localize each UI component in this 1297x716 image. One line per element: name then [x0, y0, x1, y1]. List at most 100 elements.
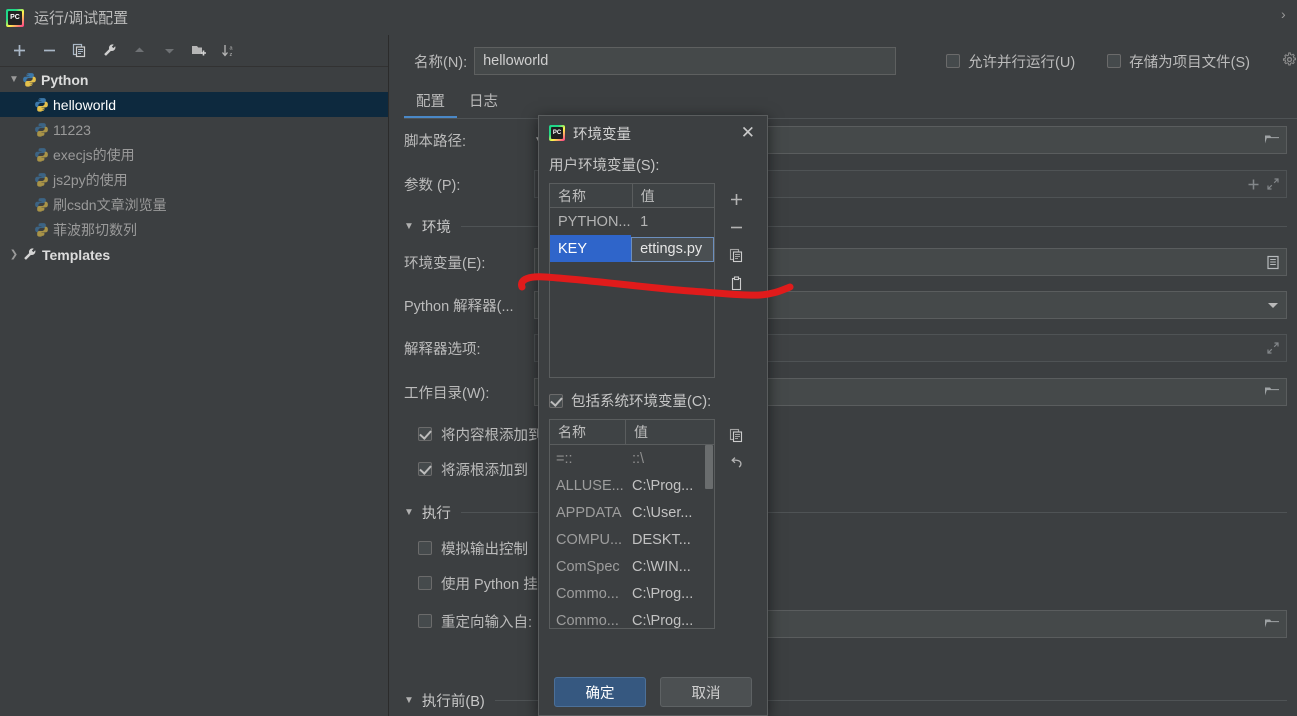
user-env-vars-rows: PYTHON... 1 KEY ettings.py: [550, 208, 715, 262]
dialog-footer: 确定 取消: [539, 677, 767, 707]
include-system-env-checkbox[interactable]: 包括系统环境变量(C):: [549, 390, 757, 411]
folder-icon[interactable]: [1264, 617, 1280, 631]
ok-button[interactable]: 确定: [554, 677, 646, 707]
column-header-value[interactable]: 值: [626, 420, 714, 444]
env-var-value: C:\Prog...: [632, 477, 694, 494]
before-launch-section-header[interactable]: ▼ 执行前(B): [404, 689, 1287, 711]
expand-icon[interactable]: [1266, 341, 1280, 355]
checkbox-box[interactable]: [1107, 54, 1122, 68]
sidebar-item-csdn-views[interactable]: 刷csdn文章浏览量: [0, 192, 388, 217]
move-up-button[interactable]: [124, 37, 154, 65]
gear-icon[interactable]: [1282, 52, 1297, 70]
run-with-python-console-checkbox[interactable]: 使用 Python 挂: [418, 571, 538, 595]
chevron-right-icon[interactable]: ›: [1281, 7, 1291, 21]
table-row[interactable]: ComSpec C:\WIN...: [550, 553, 714, 580]
python-icon: [22, 72, 37, 87]
python-icon: [34, 222, 49, 237]
table-row[interactable]: Commo... C:\Prog...: [550, 607, 714, 629]
chevron-right-icon[interactable]: ❯: [6, 247, 22, 263]
add-content-roots-checkbox[interactable]: 将内容根添加到: [418, 422, 543, 446]
working-directory-row: 工作目录(W): ask: [404, 377, 1287, 407]
dialog-titlebar: 环境变量 ✕: [539, 116, 767, 150]
wrench-icon[interactable]: [94, 37, 124, 65]
table-row[interactable]: APPDATA C:\User...: [550, 499, 714, 526]
system-env-vars-section: 名称 值 =:: ::\ ALLUSE... C:\Prog... APPDAT…: [549, 419, 757, 629]
table-row[interactable]: PYTHON... 1: [550, 208, 714, 235]
table-row[interactable]: COMPU... DESKT...: [550, 526, 714, 553]
remove-env-var-button[interactable]: [721, 213, 751, 241]
chevron-down-icon[interactable]: ▼: [404, 221, 414, 232]
tab-logs[interactable]: 日志: [457, 86, 510, 119]
interpreter-options-row: 解释器选项:: [404, 333, 1287, 363]
system-env-vars-toolbar: [715, 419, 757, 629]
chevron-down-icon[interactable]: [1266, 300, 1280, 310]
redirect-input-checkbox[interactable]: 重定向输入自:: [418, 609, 532, 633]
copy-configuration-button[interactable]: [64, 37, 94, 65]
sidebar-item-js2py[interactable]: js2py的使用: [0, 167, 388, 192]
expand-icon[interactable]: [1266, 177, 1280, 191]
redirect-input-label: 重定向输入自:: [441, 614, 533, 631]
column-header-name[interactable]: 名称: [550, 420, 626, 444]
execution-section-header[interactable]: ▼ 执行: [404, 501, 1287, 523]
revert-system-var-button[interactable]: [721, 449, 751, 477]
user-env-vars-label: 用户环境变量(S):: [549, 158, 660, 174]
copy-system-var-button[interactable]: [721, 421, 751, 449]
paste-env-var-button[interactable]: [721, 269, 751, 297]
parameters-label: 参数 (P):: [404, 177, 461, 194]
add-env-var-button[interactable]: [721, 185, 751, 213]
window-title: 运行/调试配置: [34, 10, 129, 27]
environment-section-header[interactable]: ▼ 环境: [404, 215, 1287, 237]
sidebar-item-execjs[interactable]: execjs的使用: [0, 142, 388, 167]
table-row[interactable]: ALLUSE... C:\Prog...: [550, 472, 714, 499]
add-source-roots-checkbox[interactable]: 将源根添加到: [418, 457, 528, 481]
column-header-name[interactable]: 名称: [550, 184, 633, 207]
chevron-down-icon[interactable]: ▼: [6, 72, 22, 88]
table-row[interactable]: KEY ettings.py: [550, 235, 715, 262]
folder-add-icon[interactable]: [184, 37, 214, 65]
checkbox-box[interactable]: [418, 614, 432, 628]
sidebar-item-11223[interactable]: 11223: [0, 117, 388, 142]
sidebar-item-fibonacci[interactable]: 菲波那切数列: [0, 217, 388, 242]
name-input[interactable]: [474, 47, 897, 75]
table-row[interactable]: Commo... C:\Prog...: [550, 580, 714, 607]
table-row[interactable]: =:: ::\: [550, 445, 714, 472]
sidebar-group-templates[interactable]: ❯ Templates: [0, 242, 388, 267]
sort-az-icon[interactable]: a z: [214, 37, 244, 65]
redirect-input-path-row: [765, 609, 1287, 639]
sidebar-group-python[interactable]: ▼ Python: [0, 67, 388, 92]
interpreter-options-label: 解释器选项:: [404, 341, 481, 358]
list-icon[interactable]: [1266, 255, 1280, 270]
env-variables-row: 环境变量(E):: [404, 247, 1287, 277]
checkbox-box[interactable]: [549, 393, 563, 408]
folder-icon[interactable]: [1264, 385, 1280, 399]
copy-env-var-button[interactable]: [721, 241, 751, 269]
folder-icon[interactable]: [1264, 133, 1280, 147]
checkbox-box[interactable]: [418, 462, 432, 476]
user-env-vars-section: 名称 值 PYTHON... 1 KEY ettings.py: [549, 183, 757, 378]
cancel-button[interactable]: 取消: [660, 677, 752, 707]
sidebar-toolbar: a z: [0, 35, 388, 67]
sidebar-item-helloworld[interactable]: helloworld: [0, 92, 388, 117]
checkbox-box[interactable]: [946, 54, 961, 68]
env-var-value: 1: [640, 213, 649, 230]
remove-configuration-button[interactable]: [34, 37, 64, 65]
plus-icon[interactable]: [1247, 178, 1260, 191]
checkbox-box[interactable]: [418, 427, 432, 441]
chevron-down-icon[interactable]: ▼: [404, 695, 414, 706]
env-var-value[interactable]: ettings.py: [631, 236, 715, 262]
tab-configuration[interactable]: 配置: [404, 86, 457, 119]
close-icon[interactable]: ✕: [737, 124, 759, 142]
sidebar-item-label: 刷csdn文章浏览量: [53, 196, 167, 213]
checkbox-box[interactable]: [418, 576, 432, 590]
allow-parallel-run-checkbox[interactable]: 允许并行运行(U): [946, 51, 1075, 72]
emulate-terminal-checkbox[interactable]: 模拟输出控制: [418, 536, 528, 560]
checkbox-box[interactable]: [418, 541, 432, 555]
column-header-value[interactable]: 值: [633, 184, 715, 207]
store-as-project-file-checkbox[interactable]: 存储为项目文件(S): [1107, 51, 1250, 72]
system-env-vars-scrollbar[interactable]: [705, 445, 714, 489]
chevron-down-icon[interactable]: ▼: [404, 507, 414, 518]
dialog-title: 环境变量: [573, 126, 631, 143]
add-configuration-button[interactable]: [4, 37, 34, 65]
move-down-button[interactable]: [154, 37, 184, 65]
redirect-input-path-field[interactable]: [765, 610, 1287, 638]
